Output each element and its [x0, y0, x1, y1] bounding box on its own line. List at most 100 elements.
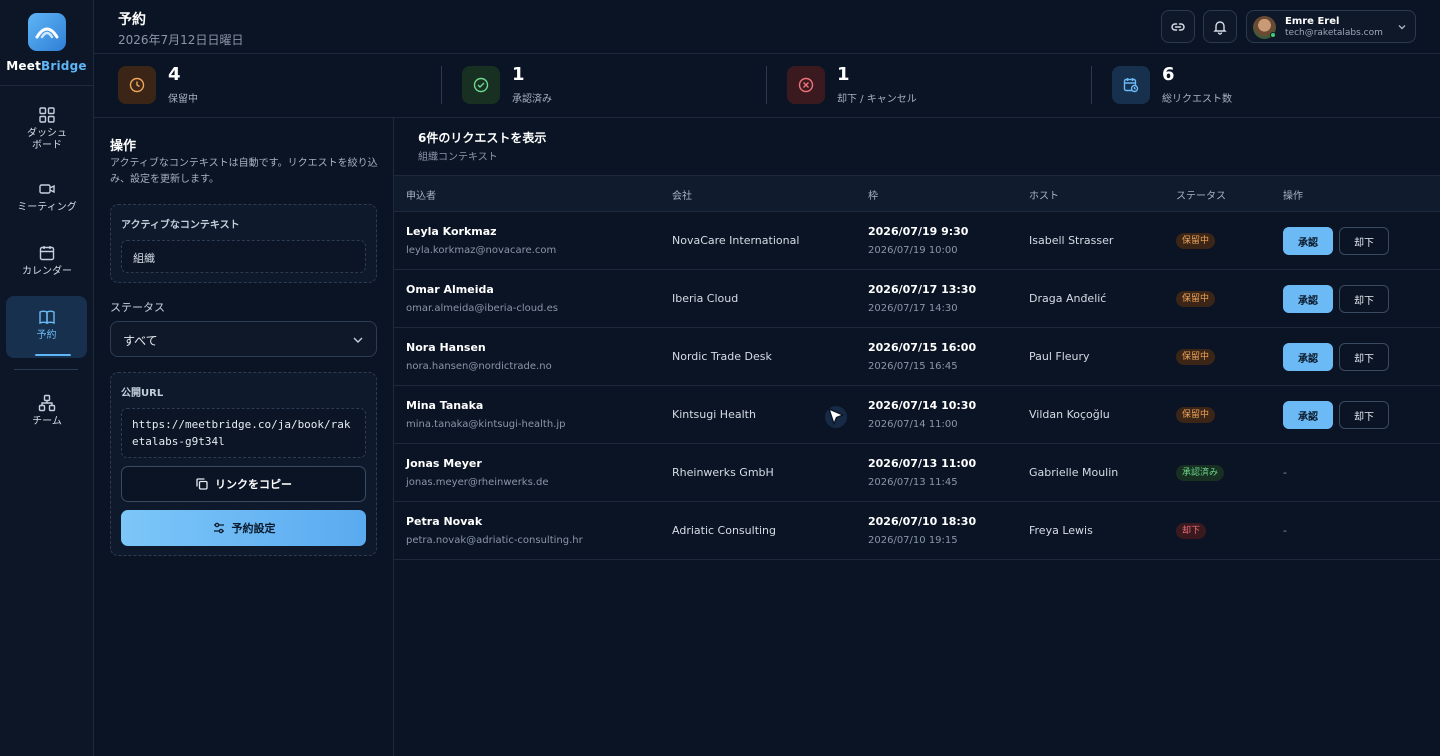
- booking-settings-label: 予約設定: [231, 522, 276, 535]
- applicant-name: Jonas Meyer: [406, 457, 482, 470]
- active-indicator: [35, 354, 71, 356]
- status-filter-select[interactable]: すべて: [110, 321, 377, 357]
- no-action-placeholder: -: [1283, 524, 1287, 537]
- table-row[interactable]: Omar Almeida omar.almeida@iberia-cloud.e…: [394, 270, 1440, 328]
- sliders-icon: [213, 522, 224, 534]
- sidebar-item-meetings[interactable]: ミーティング: [6, 180, 88, 214]
- chevron-down-icon: [1398, 25, 1406, 30]
- sidebar-item-calendar[interactable]: カレンダー: [6, 244, 88, 278]
- sidebar: MeetBridge ダッシュ ボード ミーティング カレンダー 予約 チーム: [0, 0, 94, 756]
- sidebar-item-team[interactable]: チーム: [6, 394, 88, 428]
- table-row[interactable]: Jonas Meyer jonas.meyer@rheinwerks.de Rh…: [394, 444, 1440, 502]
- applicant-email: leyla.korkmaz@novacare.com: [406, 245, 557, 256]
- page-date: 2026年7月12日日曜日: [118, 33, 244, 47]
- column-header-status[interactable]: ステータス: [1176, 187, 1226, 202]
- host-name: Paul Fleury: [1029, 350, 1090, 363]
- column-header-company[interactable]: 会社: [672, 187, 692, 202]
- requests-subtitle: 組織コンテキスト: [418, 152, 498, 163]
- copy-link-label: リンクをコピー: [215, 478, 292, 491]
- stat-label: 保留中: [168, 94, 198, 105]
- stat-label: 承認済み: [512, 94, 552, 105]
- applicant-email: omar.almeida@iberia-cloud.es: [406, 303, 558, 314]
- column-header-host[interactable]: ホスト: [1029, 187, 1059, 202]
- company-name: Kintsugi Health: [672, 408, 756, 421]
- column-header-actions: 操作: [1283, 191, 1303, 202]
- booking-settings-button[interactable]: 予約設定: [121, 510, 366, 546]
- company-name: Iberia Cloud: [672, 292, 739, 305]
- status-filter-value: すべて: [123, 334, 158, 348]
- status-badge: 却下: [1176, 523, 1207, 539]
- table-row[interactable]: Leyla Korkmaz leyla.korkmaz@novacare.com…: [394, 212, 1440, 270]
- applicant-name: Nora Hansen: [406, 341, 486, 354]
- video-icon: [39, 184, 55, 194]
- table-row[interactable]: Petra Novak petra.novak@adriatic-consult…: [394, 502, 1440, 560]
- user-email: tech@raketalabs.com: [1285, 28, 1383, 38]
- user-menu[interactable]: Emre Erel tech@raketalabs.com: [1246, 10, 1416, 43]
- applicant-name: Omar Almeida: [406, 283, 494, 296]
- status-badge: 保留中: [1176, 291, 1216, 307]
- applicant-name: Petra Novak: [406, 515, 483, 528]
- requests-title: 6件のリクエストを表示: [418, 131, 547, 145]
- column-header-slot[interactable]: 枠: [868, 187, 878, 202]
- sidebar-divider: [14, 369, 78, 370]
- mouse-cursor-icon: [825, 406, 847, 428]
- status-badge: 承認済み: [1176, 465, 1225, 481]
- copy-link-button[interactable]: リンクをコピー: [121, 466, 366, 502]
- slot-start: 2026/07/14 10:30: [868, 399, 977, 412]
- context-field: 組織: [121, 240, 366, 273]
- applicant-name: Mina Tanaka: [406, 399, 484, 412]
- grid-icon: [39, 107, 55, 123]
- applicant-email: jonas.meyer@rheinwerks.de: [406, 477, 549, 488]
- slot-end: 2026/07/17 14:30: [868, 303, 958, 314]
- notifications-button[interactable]: [1203, 10, 1237, 43]
- sidebar-item-label: 予約: [36, 330, 57, 341]
- link-icon: [1171, 22, 1185, 31]
- stat-label: 総リクエスト数: [1162, 94, 1232, 105]
- reject-button[interactable]: 却下: [1339, 285, 1389, 313]
- approve-button[interactable]: 承認: [1283, 285, 1333, 313]
- stat-value: 4: [168, 64, 181, 85]
- reject-button[interactable]: 却下: [1339, 401, 1389, 429]
- user-name: Emre Erel: [1285, 16, 1340, 27]
- copy-link-button[interactable]: [1161, 10, 1195, 43]
- reject-button[interactable]: 却下: [1339, 227, 1389, 255]
- panel-description: アクティブなコンテキストは自動です。リクエストを絞り込み、設定を更新します。: [110, 158, 378, 185]
- approve-button[interactable]: 承認: [1283, 401, 1333, 429]
- slot-start: 2026/07/19 9:30: [868, 225, 969, 238]
- column-header-applicant[interactable]: 申込者: [406, 187, 436, 202]
- table-row[interactable]: Mina Tanaka mina.tanaka@kintsugi-health.…: [394, 386, 1440, 444]
- stat-divider: [766, 66, 767, 104]
- brand-name: MeetBridge: [6, 59, 87, 73]
- context-box: アクティブなコンテキスト 組織: [110, 204, 377, 283]
- public-url-field[interactable]: https://meetbridge.co/ja/book/raketalabs…: [121, 408, 366, 458]
- company-name: Nordic Trade Desk: [672, 350, 772, 363]
- approve-button[interactable]: 承認: [1283, 343, 1333, 371]
- calendar-clock-icon: [1112, 66, 1150, 104]
- stats-bar: 4 保留中 1 承認済み 1 却下 / キャンセル 6 総リクエスト数: [94, 54, 1440, 118]
- header: 予約 2026年7月12日日曜日 Emre Erel tech@raketala…: [94, 0, 1440, 54]
- slot-start: 2026/07/10 18:30: [868, 515, 977, 528]
- approve-button[interactable]: 承認: [1283, 227, 1333, 255]
- status-badge: 保留中: [1176, 349, 1216, 365]
- slot-end: 2026/07/13 11:45: [868, 477, 958, 488]
- stat-divider: [1091, 66, 1092, 104]
- table-row[interactable]: Nora Hansen nora.hansen@nordictrade.no N…: [394, 328, 1440, 386]
- sidebar-item-dashboard[interactable]: ダッシュ ボード: [6, 106, 88, 152]
- host-name: Freya Lewis: [1029, 524, 1093, 537]
- sidebar-item-label: カレンダー: [22, 266, 72, 277]
- no-action-placeholder: -: [1283, 466, 1287, 479]
- bell-icon: [1213, 20, 1227, 35]
- book-icon: [38, 310, 55, 325]
- sidebar-item-bookings[interactable]: 予約: [6, 296, 87, 358]
- slot-end: 2026/07/15 16:45: [868, 361, 958, 372]
- copy-icon: [196, 478, 208, 490]
- status-badge: 保留中: [1176, 233, 1216, 249]
- applicant-email: nora.hansen@nordictrade.no: [406, 361, 552, 372]
- stat-value: 1: [837, 64, 850, 85]
- host-name: Isabell Strasser: [1029, 234, 1114, 247]
- logo[interactable]: MeetBridge: [0, 0, 93, 86]
- check-circle-icon: [462, 66, 500, 104]
- reject-button[interactable]: 却下: [1339, 343, 1389, 371]
- sidebar-item-label: ミーティング: [17, 202, 77, 213]
- requests-section: 6件のリクエストを表示 組織コンテキスト 申込者 会社 枠 ホスト ステータス …: [394, 118, 1440, 756]
